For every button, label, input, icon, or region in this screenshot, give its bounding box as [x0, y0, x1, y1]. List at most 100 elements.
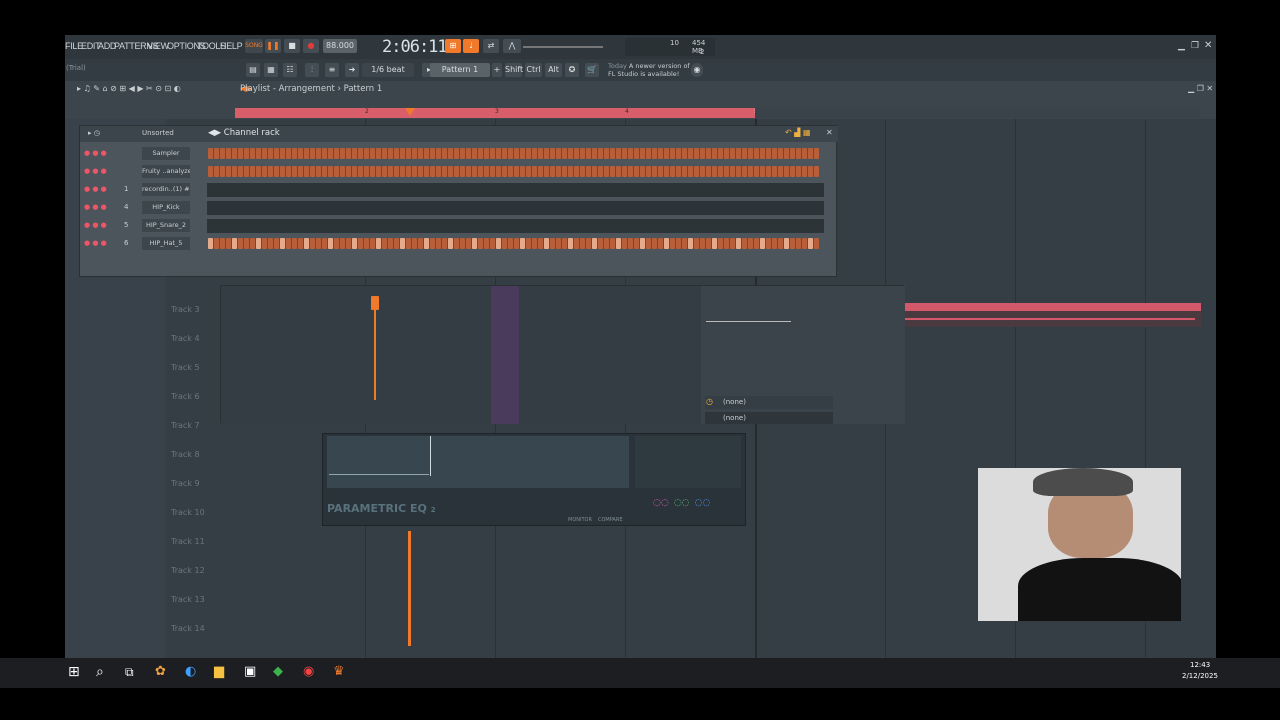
- file-explorer-icon[interactable]: ▆: [214, 664, 224, 679]
- wait-input-icon[interactable]: ⇄: [483, 39, 499, 53]
- step-button[interactable]: [406, 148, 411, 159]
- step-button[interactable]: [706, 238, 711, 249]
- step-button[interactable]: [298, 166, 303, 177]
- step-button[interactable]: [376, 148, 381, 159]
- step-button[interactable]: [298, 238, 303, 249]
- step-button[interactable]: [814, 166, 819, 177]
- step-button[interactable]: [292, 148, 297, 159]
- channel-mixer-number[interactable]: 4: [124, 203, 128, 211]
- track-label-14[interactable]: Track 14: [171, 624, 205, 633]
- step-button[interactable]: [316, 148, 321, 159]
- step-button[interactable]: [508, 238, 513, 249]
- step-button[interactable]: [352, 238, 357, 249]
- step-button[interactable]: [520, 238, 525, 249]
- step-button[interactable]: [718, 148, 723, 159]
- step-button[interactable]: [658, 148, 663, 159]
- step-button[interactable]: [670, 148, 675, 159]
- step-button[interactable]: [676, 148, 681, 159]
- step-button[interactable]: [616, 238, 621, 249]
- step-button[interactable]: [724, 148, 729, 159]
- step-button[interactable]: [574, 166, 579, 177]
- step-button[interactable]: [574, 148, 579, 159]
- step-button[interactable]: [544, 166, 549, 177]
- step-button[interactable]: [694, 238, 699, 249]
- step-button[interactable]: [268, 166, 273, 177]
- step-button[interactable]: [310, 166, 315, 177]
- step-button[interactable]: [208, 166, 213, 177]
- step-button[interactable]: [394, 166, 399, 177]
- fx-slot-2[interactable]: (none): [705, 412, 833, 424]
- channel-rack-titlebar[interactable]: ▸ ◷ Unsorted ◀▶ Channel rack ↶ ▟ ▦ ✕: [80, 126, 838, 142]
- step-button[interactable]: [616, 166, 621, 177]
- play-button[interactable]: ❚❚: [265, 39, 281, 53]
- step-button[interactable]: [628, 166, 633, 177]
- menu-help[interactable]: HELP: [220, 41, 243, 51]
- step-button[interactable]: [634, 148, 639, 159]
- channel-row[interactable]: ● ● ● Sampler: [80, 146, 838, 162]
- step-button[interactable]: [406, 166, 411, 177]
- channel-mute-icon[interactable]: ● ● ●: [84, 167, 107, 175]
- time-display[interactable]: 2:06:11: [382, 37, 448, 57]
- step-button[interactable]: [376, 238, 381, 249]
- channel-row[interactable]: ● ● ● Fruity ..analyzer: [80, 164, 838, 180]
- step-button[interactable]: [784, 166, 789, 177]
- track-label-9[interactable]: Track 9: [171, 479, 200, 488]
- copilot-icon[interactable]: ✿: [155, 664, 166, 679]
- step-button[interactable]: [370, 148, 375, 159]
- minimize-icon[interactable]: ▁: [1178, 41, 1185, 51]
- step-button[interactable]: [748, 238, 753, 249]
- step-button[interactable]: [544, 148, 549, 159]
- step-button[interactable]: [568, 148, 573, 159]
- step-button[interactable]: [328, 148, 333, 159]
- step-button[interactable]: [712, 148, 717, 159]
- step-button[interactable]: [340, 166, 345, 177]
- add-pattern-icon[interactable]: +: [492, 63, 502, 77]
- step-button[interactable]: [292, 238, 297, 249]
- step-button[interactable]: [208, 238, 213, 249]
- shift-key-button[interactable]: Shift: [505, 63, 523, 77]
- step-button[interactable]: [490, 238, 495, 249]
- step-button[interactable]: [604, 166, 609, 177]
- channel-filter-select[interactable]: Unsorted: [142, 129, 174, 137]
- step-button[interactable]: [232, 148, 237, 159]
- search-icon[interactable]: ⌕: [96, 664, 104, 680]
- step-button[interactable]: [448, 166, 453, 177]
- step-button[interactable]: [280, 148, 285, 159]
- step-button[interactable]: [526, 238, 531, 249]
- step-button[interactable]: [544, 238, 549, 249]
- step-button[interactable]: [370, 238, 375, 249]
- step-button[interactable]: [430, 148, 435, 159]
- step-button[interactable]: [730, 166, 735, 177]
- step-button[interactable]: [412, 238, 417, 249]
- step-button[interactable]: [238, 166, 243, 177]
- step-button[interactable]: [784, 148, 789, 159]
- step-button[interactable]: [454, 238, 459, 249]
- step-button[interactable]: [364, 148, 369, 159]
- step-button[interactable]: [586, 166, 591, 177]
- step-button[interactable]: [646, 238, 651, 249]
- step-button[interactable]: [496, 166, 501, 177]
- step-button[interactable]: [754, 148, 759, 159]
- step-button[interactable]: [502, 238, 507, 249]
- step-button[interactable]: [478, 166, 483, 177]
- step-button[interactable]: [226, 238, 231, 249]
- step-button[interactable]: [490, 148, 495, 159]
- step-button[interactable]: [370, 166, 375, 177]
- channel-mixer-number[interactable]: 1: [124, 185, 128, 193]
- step-button[interactable]: [472, 238, 477, 249]
- step-button[interactable]: [790, 148, 795, 159]
- step-button[interactable]: [400, 148, 405, 159]
- selected-mixer-track[interactable]: [491, 286, 519, 424]
- step-button[interactable]: [604, 238, 609, 249]
- eq-graph[interactable]: [327, 436, 629, 488]
- mixer-icon[interactable]: ⫶: [305, 63, 319, 77]
- step-button[interactable]: [256, 238, 261, 249]
- step-button[interactable]: [310, 238, 315, 249]
- step-button[interactable]: [688, 238, 693, 249]
- step-button[interactable]: [730, 148, 735, 159]
- step-button[interactable]: [598, 148, 603, 159]
- step-button[interactable]: [742, 148, 747, 159]
- step-button[interactable]: [652, 166, 657, 177]
- step-button[interactable]: [274, 148, 279, 159]
- channel-mute-icon[interactable]: ● ● ●: [84, 185, 107, 193]
